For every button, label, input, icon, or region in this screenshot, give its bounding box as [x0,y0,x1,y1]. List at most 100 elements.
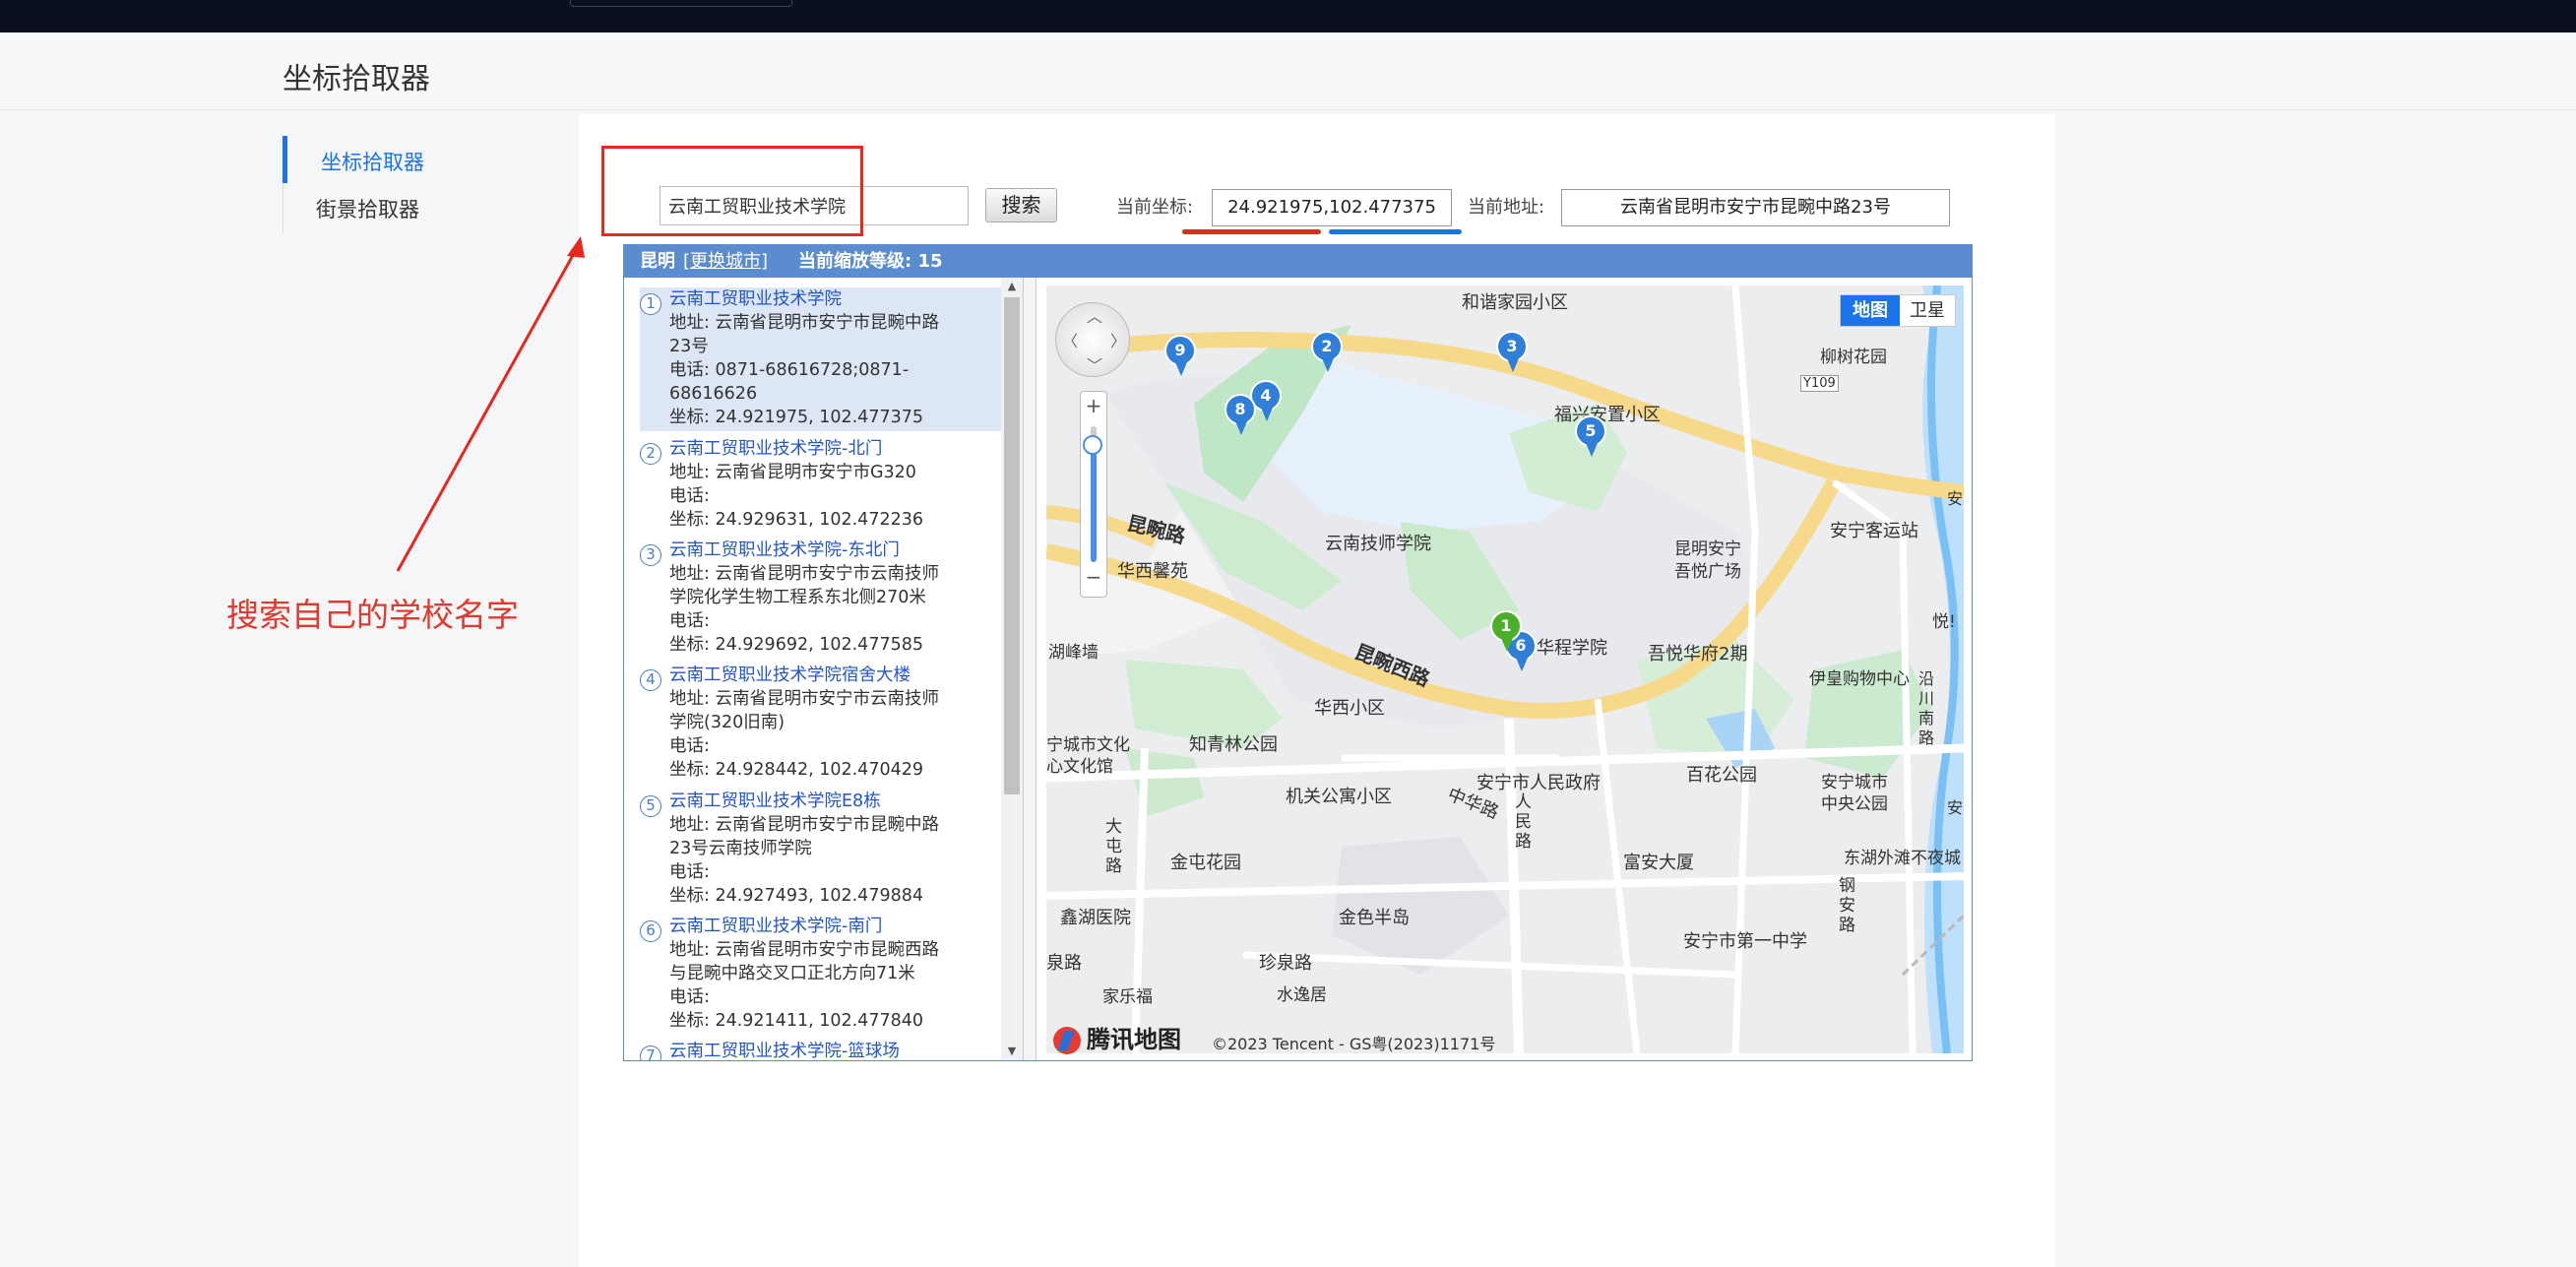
pan-control[interactable]: ︿ ﹀ 〈 〉 [1055,302,1130,377]
result-line: 电话: [669,736,710,756]
current-coord-field[interactable]: 24.921975,102.477375 [1212,189,1452,226]
map-label: 机关公寓小区 [1286,787,1392,807]
search-results-list[interactable]: 1 云南工贸职业技术学院 地址: 云南省昆明市安宁市昆畹中路 23号 电话: 0… [624,278,1023,1060]
map-label: 大屯路 [1105,817,1122,876]
map-label: 华西小区 [1314,698,1385,719]
zoom-slider-handle[interactable] [1083,435,1102,455]
marker-pin-tip [1235,421,1247,435]
result-line: 电话: [669,486,710,506]
current-address-label: 当前地址: [1468,197,1545,218]
page-title: 坐标拾取器 [283,62,430,96]
result-line: 地址: 云南省昆明市安宁市昆畹中路 [669,815,939,835]
page-header: 坐标拾取器 [0,32,2576,110]
map-marker[interactable]: 5 [1575,415,1610,461]
zoom-slider[interactable]: + − [1080,391,1107,598]
result-line: 地址: 云南省昆明市安宁市昆畹西路 [669,940,939,960]
scrollbar-thumb[interactable] [1004,297,1020,794]
pan-down-icon[interactable]: ﹀ [1087,352,1102,376]
sidebar-item-coordinate-picker[interactable]: 坐标拾取器 [321,147,424,176]
result-item[interactable]: 6 云南工贸职业技术学院-南门 地址: 云南省昆明市安宁市昆畹西路 与昆畹中路交… [640,915,1005,1033]
current-city: 昆明 [640,251,675,272]
pan-left-icon[interactable]: 〈 [1062,328,1078,351]
map-label: 柳树花园 [1820,348,1887,367]
map-marker[interactable]: 3 [1496,331,1532,376]
result-name[interactable]: 云南工贸职业技术学院-东北门 [669,538,1005,562]
current-coord-label: 当前坐标: [1116,197,1194,218]
map-type-satellite-button[interactable]: 卫星 [1900,295,1955,326]
result-line: 与昆畹中路交叉口正北方向71米 [669,964,915,983]
map-label: 中央公园 [1821,794,1888,814]
result-number: 4 [640,669,661,691]
map-canvas[interactable]: 和谐家园小区 柳树花园 Y109 福兴安置小区 安宁客运站 安 昆畹路 华西馨苑… [1046,285,1964,1053]
result-number: 2 [640,443,661,465]
top-tab-stub[interactable] [570,0,792,7]
result-item[interactable]: 3 云南工贸职业技术学院-东北门 地址: 云南省昆明市安宁市云南技师 学院化学生… [640,538,1005,657]
panel-splitter[interactable] [1023,278,1037,1060]
scroll-up-arrow-icon[interactable]: ▲ [1001,278,1023,295]
zoom-track-fill [1091,446,1097,562]
result-line: 学院化学生物工程系东北侧270米 [669,588,926,607]
map-label: 昆明安宁 [1674,539,1741,559]
map-label: 珍泉路 [1259,953,1312,974]
result-name[interactable]: 云南工贸职业技术学院-北门 [669,437,1005,461]
result-line: 坐标: 24.921411, 102.477840 [669,1011,923,1031]
result-number: 1 [640,293,661,315]
map-navigation-control: ︿ ﹀ 〈 〉 + − [1053,300,1134,598]
map-label: 安宁市第一中学 [1683,931,1807,952]
map-label: 水逸居 [1277,985,1327,1005]
result-line: 电话: 0871-68616728;0871- [669,360,910,380]
pan-up-icon[interactable]: ︿ [1087,303,1102,327]
map-label: 东湖外滩不夜城 [1844,849,1961,868]
map-label: 家乐福 [1102,987,1153,1007]
annotation-text: 搜索自己的学校名字 [226,596,519,634]
result-item[interactable]: 7 云南工贸职业技术学院-篮球场 [640,1040,1005,1060]
map-marker[interactable]: 9 [1164,335,1200,380]
result-line: 坐标: 24.929631, 102.472236 [669,510,923,530]
map-label: 伊皇购物中心 [1809,669,1910,689]
switch-city-link[interactable]: [更换城市] [683,245,768,278]
map-label: 安 [1947,489,1964,508]
map-label: 安宁市人民政府 [1476,773,1601,793]
result-name[interactable]: 云南工贸职业技术学院宿舍大楼 [669,664,1005,687]
map-label: 湖峰墙 [1048,643,1099,663]
map-type-switch: 地图 卫星 [1840,294,1956,327]
pan-right-icon[interactable]: 〉 [1110,328,1126,351]
zoom-in-icon[interactable]: + [1081,394,1106,417]
result-line: 23号云南技师学院 [669,839,812,858]
result-item[interactable]: 5 云南工贸职业技术学院E8栋 地址: 云南省昆明市安宁市昆畹中路 23号云南技… [640,790,1005,908]
map-label: 百花公园 [1686,765,1757,786]
result-line: 电话: [669,611,710,631]
results-scrollbar[interactable]: ▲ ▼ [1001,278,1023,1060]
result-name[interactable]: 云南工贸职业技术学院-篮球场 [669,1040,1005,1060]
map-marker[interactable]: 2 [1311,331,1347,376]
map-label: 金色半岛 [1339,908,1410,928]
map-label: 和谐家园小区 [1462,292,1568,313]
result-name[interactable]: 云南工贸职业技术学院 [669,287,1005,311]
coord-underline-blue [1329,229,1462,234]
result-item[interactable]: 1 云南工贸职业技术学院 地址: 云南省昆明市安宁市昆畹中路 23号 电话: 0… [640,287,1005,431]
map-label: 吾悦广场 [1674,562,1741,582]
result-name[interactable]: 云南工贸职业技术学院E8栋 [669,790,1005,813]
scroll-down-arrow-icon[interactable]: ▼ [1001,1043,1023,1060]
panel-header: 昆明 [更换城市] 当前缩放等级: 15 [624,245,1972,278]
zoom-level-text: 当前缩放等级: 15 [798,251,943,272]
sidebar-item-streetview-picker[interactable]: 街景拾取器 [316,194,419,223]
search-button[interactable]: 搜索 [985,188,1057,222]
result-name[interactable]: 云南工贸职业技术学院-南门 [669,915,1005,938]
result-line: 23号 [669,337,709,356]
map-label: 知青林公园 [1189,734,1278,755]
map-label: 沿川南路 [1918,669,1935,747]
result-line: 地址: 云南省昆明市安宁市云南技师 [669,564,939,584]
result-line: 学院(320旧南) [669,713,785,732]
map-type-map-button[interactable]: 地图 [1841,295,1900,326]
result-number: 5 [640,795,661,817]
result-line: 电话: [669,862,710,882]
result-item[interactable]: 4 云南工贸职业技术学院宿舍大楼 地址: 云南省昆明市安宁市云南技师 学院(32… [640,664,1005,782]
current-address-field[interactable]: 云南省昆明市安宁市昆畹中路23号 [1561,189,1950,226]
map-marker[interactable]: 8 [1225,394,1260,439]
zoom-out-icon[interactable]: − [1081,565,1106,589]
result-line: 地址: 云南省昆明市安宁市云南技师 [669,689,939,709]
map-marker-selected[interactable]: 1 [1490,610,1526,656]
result-item[interactable]: 2 云南工贸职业技术学院-北门 地址: 云南省昆明市安宁市G320 电话: 坐标… [640,437,1005,532]
result-line: 坐标: 24.929692, 102.477585 [669,635,923,655]
